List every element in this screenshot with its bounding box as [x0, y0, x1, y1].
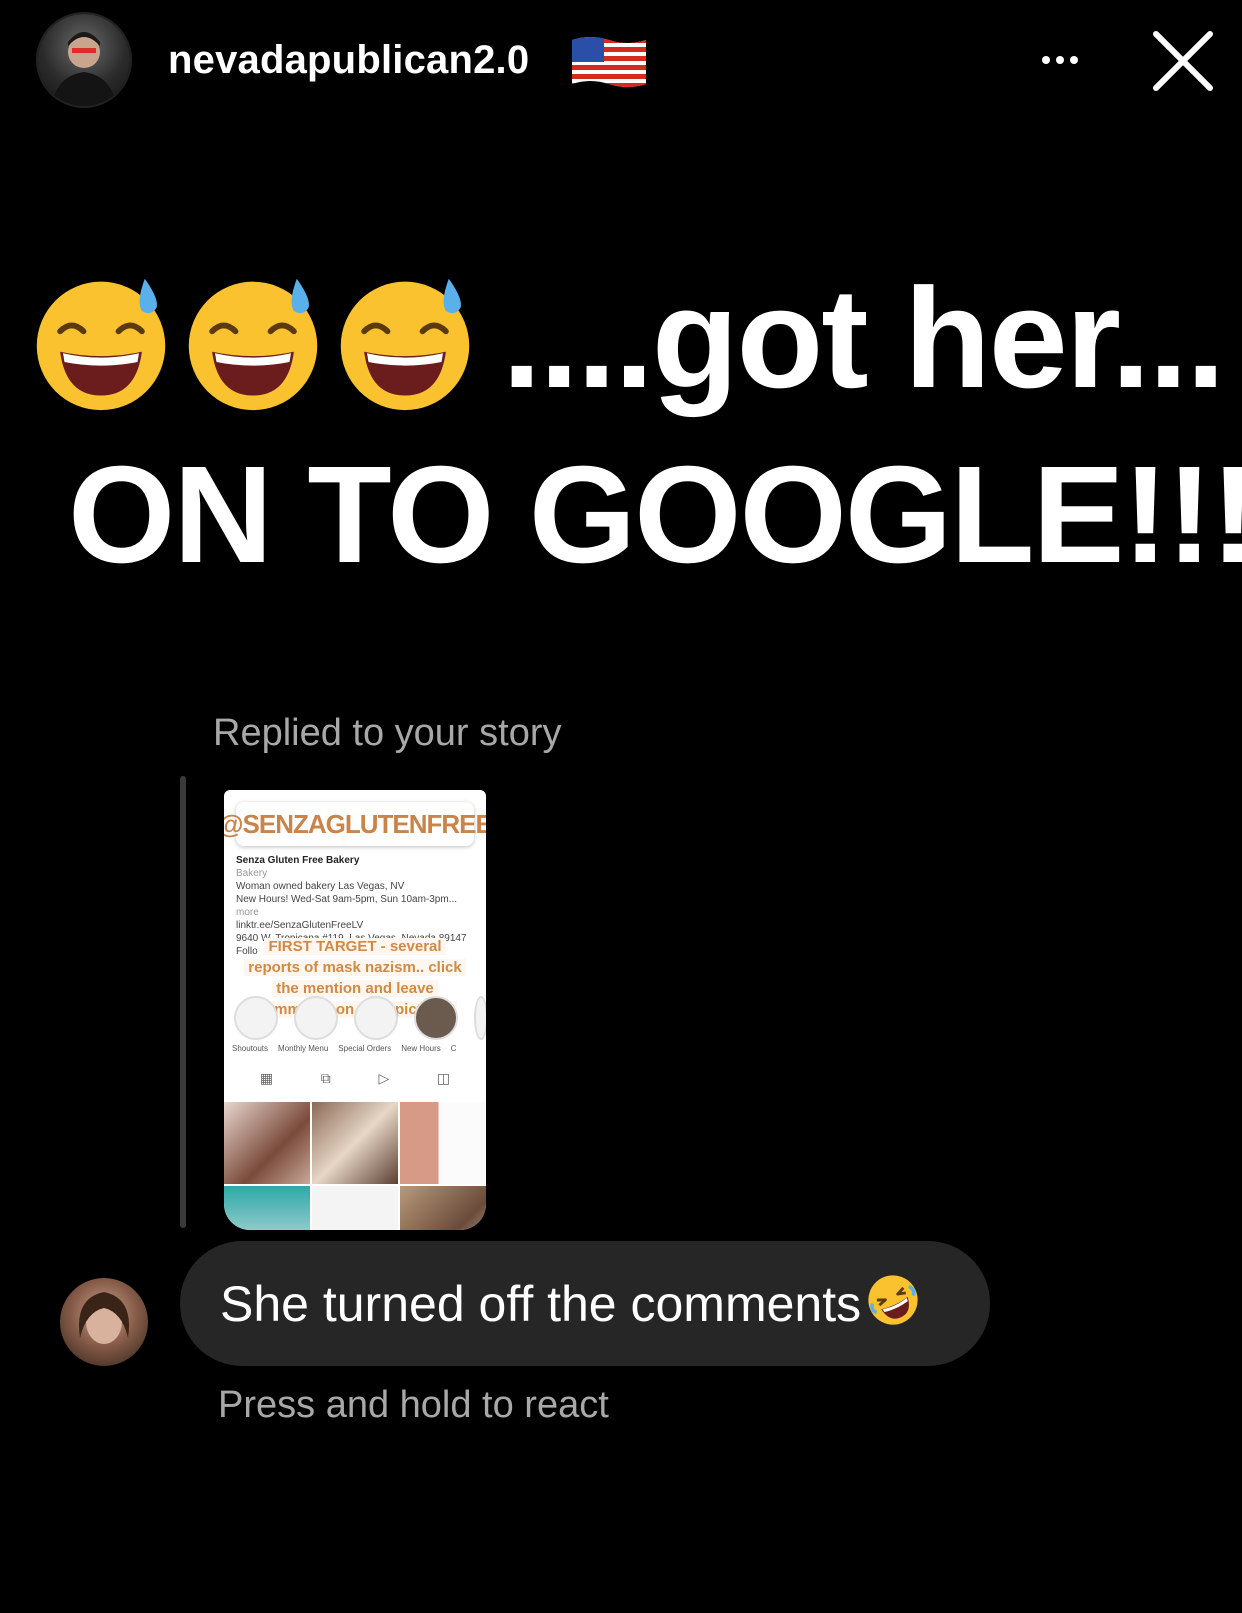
profile-tabs: ▦ ⧉ ▷ ◫ — [236, 1070, 474, 1087]
message-text: She turned off the comments — [220, 1275, 862, 1332]
sender-avatar[interactable] — [60, 1278, 148, 1366]
grid-photo — [312, 1186, 398, 1230]
emoji-group — [28, 270, 478, 416]
message-bubble[interactable]: She turned off the comments — [180, 1241, 990, 1366]
tagged-icon: ◫ — [436, 1070, 451, 1086]
grinning-sweat-emoji-icon — [188, 278, 318, 411]
us-flag-icon — [572, 37, 646, 87]
highlight-label: Monthly Menu — [278, 1044, 329, 1053]
highlight-label: Special Orders — [338, 1044, 392, 1053]
highlight-circle — [234, 996, 278, 1040]
profile-line: linktr.ee/SenzaGlutenFreeLV — [236, 920, 364, 931]
highlight-labels: Shoutouts Monthly Menu Special Orders Ne… — [232, 1044, 457, 1053]
grinning-sweat-emoji-icon — [36, 278, 166, 411]
mention-sticker: @SENZAGLUTENFREE — [224, 802, 486, 846]
highlight-label: New Hours — [401, 1044, 441, 1053]
more-options-icon[interactable] — [1030, 40, 1090, 80]
reply-quote-bar — [180, 776, 186, 1228]
highlight-label: Shoutouts — [232, 1044, 269, 1053]
profile-line: more — [236, 907, 259, 918]
play-icon: ▷ — [378, 1070, 390, 1086]
grid-photo — [312, 1102, 398, 1184]
rofl-emoji-icon — [868, 1274, 918, 1325]
photo-grid — [224, 1102, 486, 1230]
grid-photo — [400, 1186, 486, 1230]
highlight-circle — [414, 996, 458, 1040]
story-headline-line2: ON TO GOOGLE!!!! — [68, 438, 1242, 592]
close-icon[interactable] — [1150, 28, 1216, 94]
username[interactable]: nevadapublican2.0 — [168, 38, 529, 83]
grid-photo — [224, 1186, 310, 1230]
sticker-line: FIRST TARGET - several — [264, 938, 446, 955]
highlight-circle — [294, 996, 338, 1040]
profile-line: Bakery — [236, 868, 268, 879]
grid-photo — [224, 1102, 310, 1184]
grinning-sweat-emoji-icon — [340, 278, 470, 411]
highlight-circle — [474, 996, 486, 1040]
grid-icon: ▦ — [259, 1070, 274, 1086]
profile-line: Woman owned bakery Las Vegas, NV — [236, 881, 405, 892]
press-hold-react-hint: Press and hold to react — [218, 1384, 609, 1426]
sticker-line: reports of mask nazism.. click — [244, 959, 466, 976]
highlight-label: C — [450, 1044, 457, 1053]
sticker-line: the mention and leave — [272, 980, 438, 997]
story-headline-line1: ....got her... — [502, 259, 1226, 418]
highlight-circle — [354, 996, 398, 1040]
story-highlights — [234, 996, 486, 1040]
grid-photo — [400, 1102, 486, 1184]
story-thumbnail[interactable]: @SENZAGLUTENFREE Senza Gluten Free Baker… — [224, 790, 486, 1230]
profile-avatar[interactable] — [38, 14, 130, 106]
replied-to-story-label: Replied to your story — [213, 712, 562, 754]
profile-line: Senza Gluten Free Bakery — [236, 855, 360, 866]
profile-line: New Hours! Wed-Sat 9am-5pm, Sun 10am-3pm… — [236, 894, 458, 905]
reels-icon: ⧉ — [320, 1070, 331, 1086]
